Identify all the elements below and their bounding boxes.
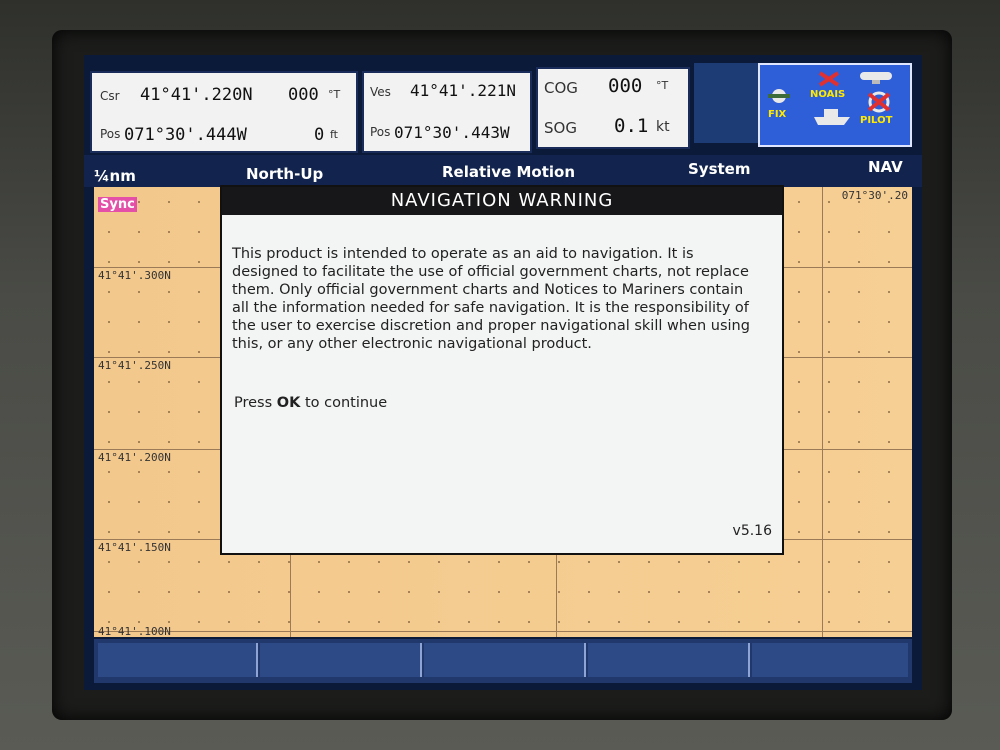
ves-label: Ves: [370, 85, 391, 99]
dialog-message: This product is intended to operate as a…: [232, 246, 750, 352]
version-label: v5.16: [732, 523, 772, 539]
csr-label: Csr: [100, 89, 120, 103]
boat-icon: [812, 105, 852, 127]
press-suffix: to continue: [300, 395, 388, 411]
system-menu[interactable]: System: [688, 160, 750, 178]
cog-label: COG: [544, 79, 578, 97]
fix-status: FIX: [768, 109, 787, 120]
range-scale[interactable]: ¼nm: [94, 167, 136, 185]
softkey-4[interactable]: [588, 643, 750, 677]
latitude-label: 41°41'.200N: [98, 451, 171, 464]
cog-sog-panel: COG 000 °T SOG 0.1 kt: [536, 67, 690, 149]
pos-longitude: 071°30'.444W: [124, 125, 247, 145]
chartplotter-screen: Csr 41°41'.220N 000 °T Pos 071°30'.444W …: [84, 55, 922, 690]
csr-bearing-unit: °T: [328, 88, 341, 101]
nav-menu[interactable]: NAV: [868, 158, 903, 176]
softkey-2[interactable]: [260, 643, 422, 677]
cog-value: 000: [608, 75, 643, 97]
press-prefix: Press: [234, 395, 277, 411]
vessel-panel: Ves 41°41'.221N Pos 071°30'.443W: [362, 71, 532, 153]
cursor-panel: Csr 41°41'.220N 000 °T Pos 071°30'.444W …: [90, 71, 358, 153]
sog-unit: kt: [656, 119, 670, 135]
ves-longitude: 071°30'.443W: [394, 123, 510, 142]
pos-depth: 0: [314, 125, 325, 145]
latitude-label: 41°41'.150N: [98, 541, 171, 554]
sog-value: 0.1: [614, 115, 649, 137]
pilot-status: PILOT: [860, 115, 893, 126]
grid-line: [94, 631, 912, 632]
pos-label: Pos: [100, 127, 121, 141]
sog-label: SOG: [544, 119, 577, 137]
ves-latitude: 41°41'.221N: [410, 81, 516, 100]
ok-key-label[interactable]: OK: [277, 395, 301, 411]
status-indicators: FIX NOAIS PILOT: [758, 63, 912, 147]
sync-badge: Sync: [98, 197, 137, 212]
chart-area[interactable]: Sync 071°30'.20 41°41'.300N 41°41'.250N …: [94, 185, 912, 638]
motion-mode[interactable]: Relative Motion: [442, 163, 575, 181]
latitude-label: 41°41'.300N: [98, 269, 171, 282]
status-spacer: [694, 63, 760, 143]
autopilot-off-icon: [866, 91, 892, 113]
noais-status: NOAIS: [810, 89, 846, 100]
csr-bearing: 000: [288, 85, 319, 105]
ves-pos-label: Pos: [370, 125, 391, 139]
pos-depth-unit: ft: [330, 128, 338, 141]
navigation-warning-dialog: NAVIGATION WARNING This product is inten…: [220, 185, 784, 555]
softkey-bar: [94, 639, 912, 683]
dialog-title: NAVIGATION WARNING: [222, 187, 782, 215]
latitude-label: 41°41'.100N: [98, 625, 171, 638]
menu-bar: ¼nm North-Up Relative Motion System NAV: [84, 155, 922, 187]
longitude-label: 071°30'.20: [841, 189, 908, 202]
softkey-1[interactable]: [98, 643, 258, 677]
softkey-3[interactable]: [424, 643, 586, 677]
satellite-icon: [766, 87, 792, 105]
softkey-5[interactable]: [752, 643, 908, 677]
csr-latitude: 41°41'.220N: [140, 85, 253, 105]
cog-unit: °T: [656, 79, 669, 92]
grid-line: [822, 187, 823, 637]
ais-off-icon: [818, 71, 840, 87]
radar-icon: [856, 69, 896, 84]
latitude-label: 41°41'.250N: [98, 359, 171, 372]
orientation-mode[interactable]: North-Up: [246, 165, 323, 183]
dialog-instruction: Press OK to continue: [234, 395, 387, 411]
